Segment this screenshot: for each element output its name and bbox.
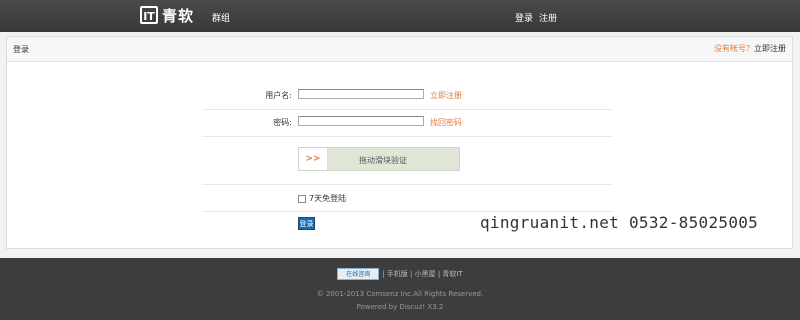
page-footer: 在线咨询 | 手机版 | 小黑屋 | 青软IT © 2001-2013 Comse… (0, 258, 800, 320)
remember-row: 7天免登陆 (202, 184, 612, 212)
login-submit-button[interactable]: 登录 (298, 217, 315, 230)
captcha-row: >> 拖动滑块验证 (202, 136, 612, 185)
top-user-links: 登录 注册 (515, 11, 563, 24)
remember-checkbox[interactable] (298, 194, 306, 203)
username-label: 用户名: (265, 91, 292, 100)
username-input[interactable] (298, 89, 424, 99)
password-row: 密码: 找回密码 (202, 109, 612, 137)
no-account-text: 没有帐号？ (714, 44, 754, 53)
remember-label: 7天免登陆 (309, 194, 347, 203)
footer-copyright: © 2001-2013 Comsenz Inc.All Rights Reser… (316, 290, 484, 298)
panel-register-prompt: 没有帐号？立即注册 (714, 43, 786, 54)
username-row: 用户名: 立即注册 (202, 81, 612, 110)
slider-captcha[interactable]: >> 拖动滑块验证 (298, 147, 460, 171)
top-register-link[interactable]: 注册 (539, 14, 557, 24)
logo-text: 青软 (162, 6, 195, 25)
site-logo[interactable]: IT 青软 (140, 5, 194, 25)
footer-link-list[interactable]: | 手机版 | 小黑屋 | 青软IT (382, 270, 463, 278)
logo-mark: IT (140, 6, 158, 24)
footer-powered: Powered by Discuz! X3.2 (356, 303, 444, 311)
watermark-text: qingruanit.net 0532-85025005 (480, 213, 759, 232)
panel-register-link[interactable]: 立即注册 (754, 44, 786, 53)
top-navbar: IT 青软 群组 登录 注册 (0, 0, 800, 32)
footer-links: 在线咨询 | 手机版 | 小黑屋 | 青软IT (0, 268, 800, 280)
remember-me[interactable]: 7天免登陆 (298, 193, 346, 204)
slider-hint: 拖动滑块验证 (359, 156, 407, 165)
online-consult-badge[interactable]: 在线咨询 (337, 268, 380, 280)
password-label: 密码: (273, 118, 292, 127)
nav-item-group[interactable]: 群组 (212, 11, 230, 24)
top-login-link[interactable]: 登录 (515, 14, 533, 24)
slider-handle[interactable]: >> (299, 148, 328, 170)
password-input[interactable] (298, 116, 424, 126)
forgot-password-link[interactable]: 找回密码 (430, 117, 462, 128)
username-register-link[interactable]: 立即注册 (430, 90, 462, 101)
panel-header: 登录 没有帐号？立即注册 (7, 37, 792, 62)
panel-title: 登录 (13, 45, 29, 54)
